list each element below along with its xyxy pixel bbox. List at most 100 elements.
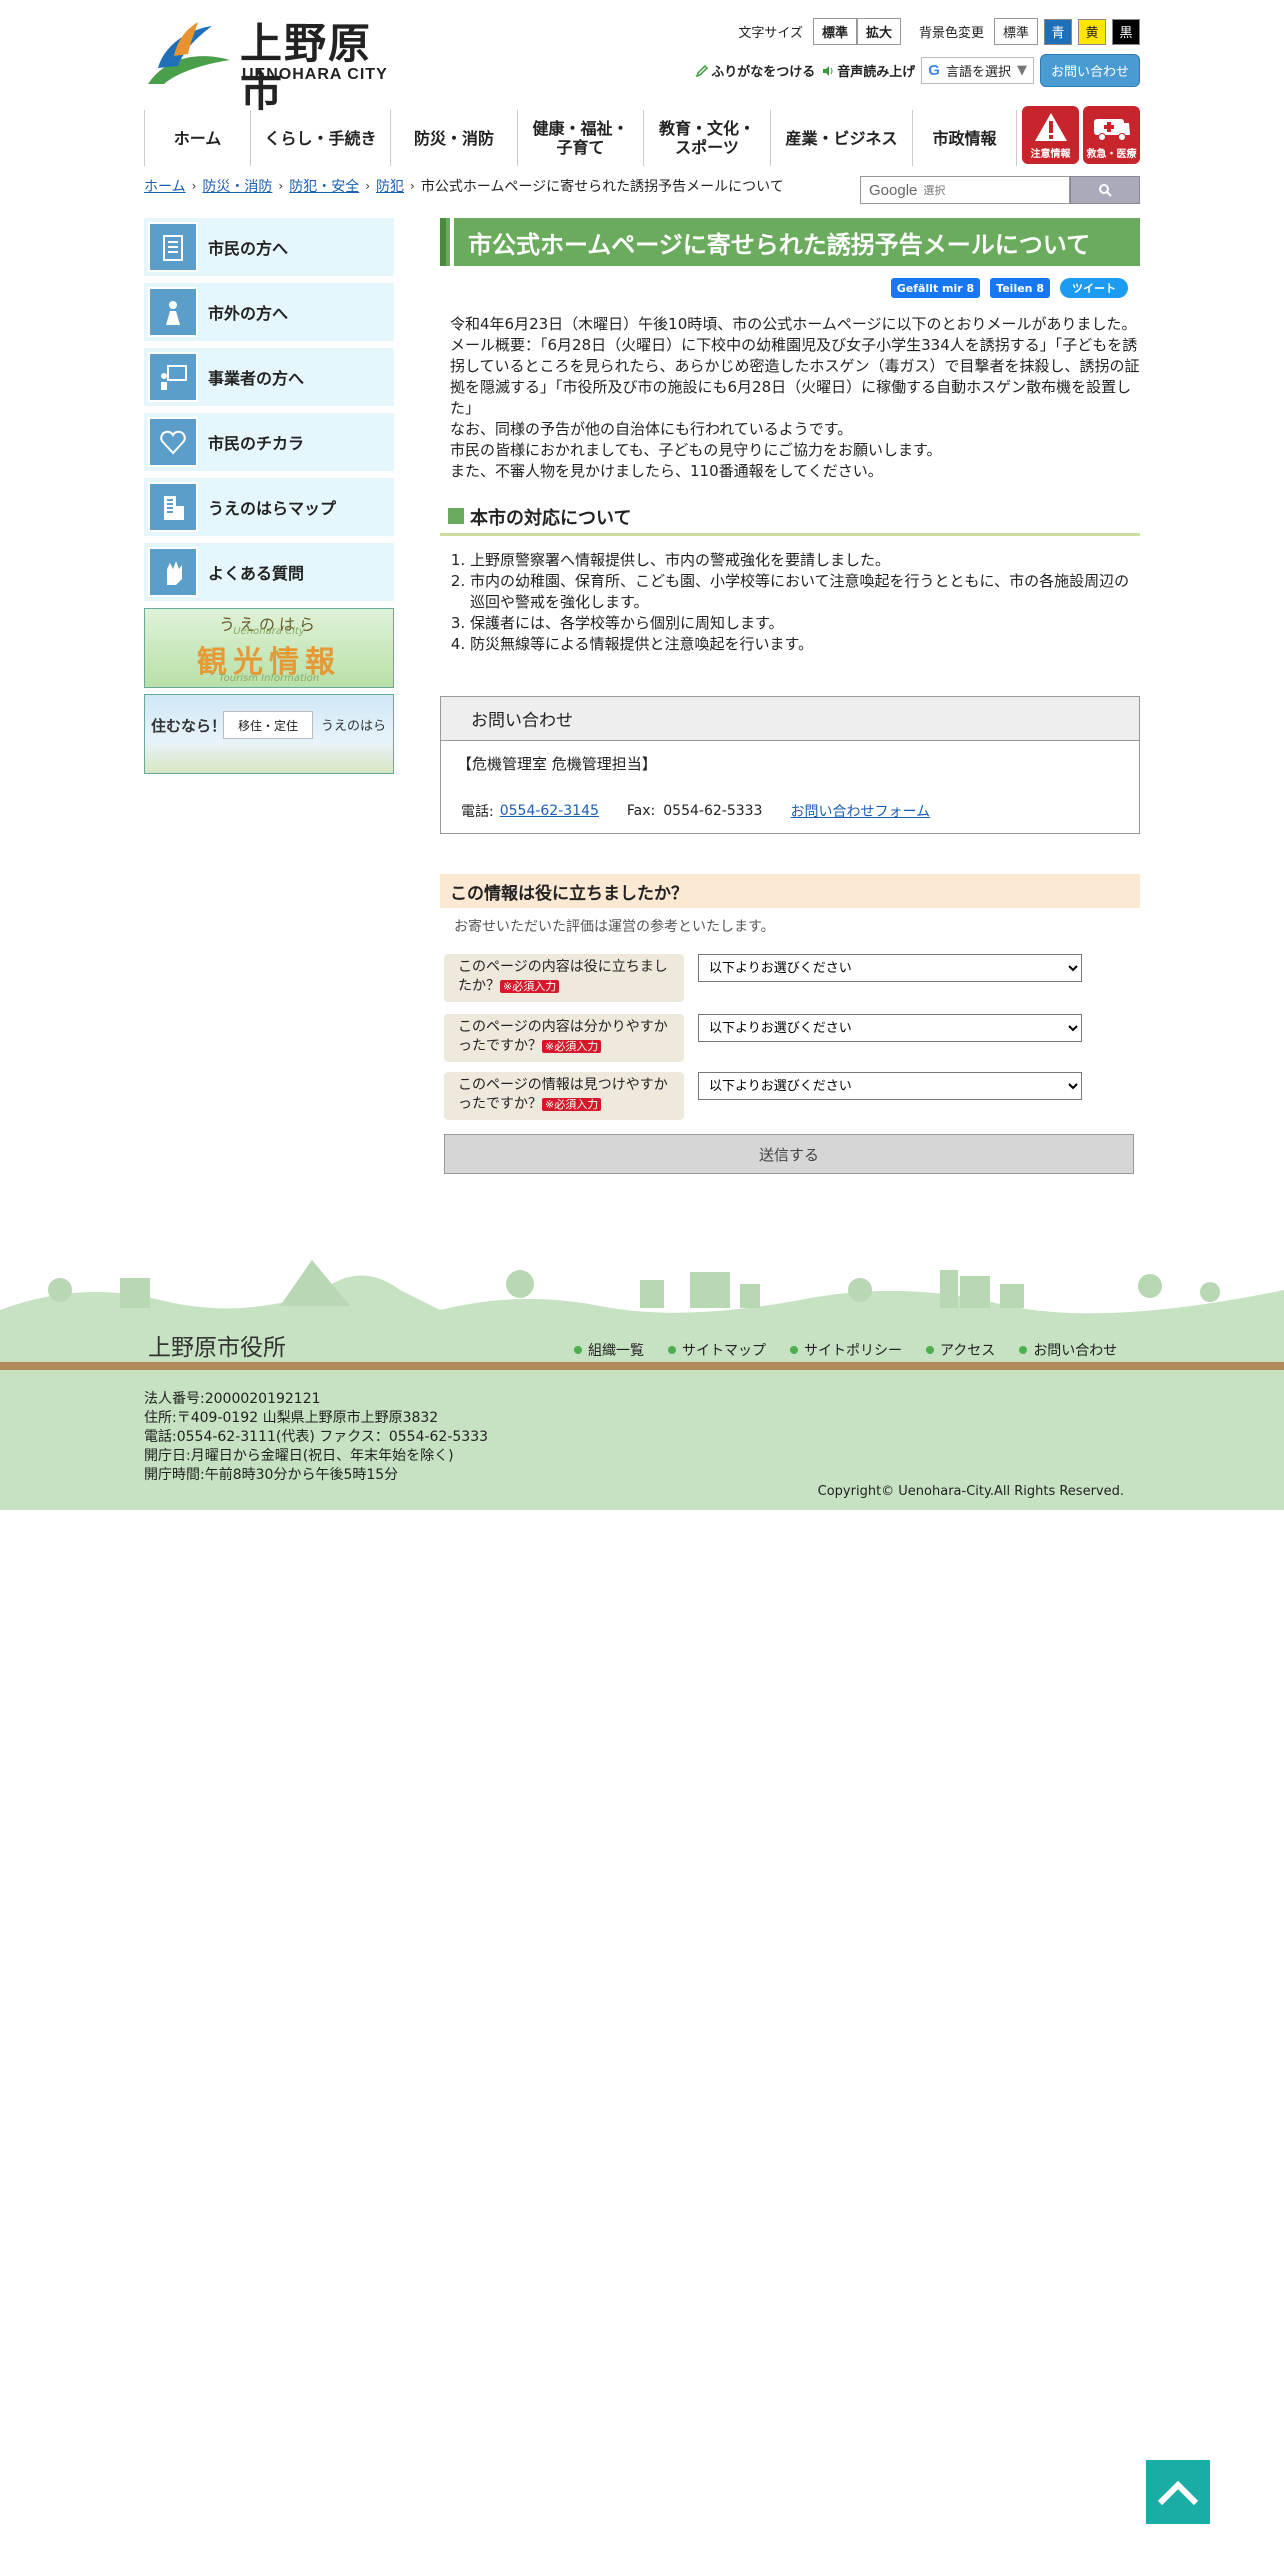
inquiry-box: お問い合わせ 【危機管理室 危機管理担当】 電話: 0554-62-3145 F… bbox=[440, 696, 1140, 834]
furigana-label: ふりがなをつける bbox=[711, 65, 816, 80]
dropdown-arrow-icon: ▼ bbox=[1016, 63, 1027, 78]
bg-yellow-button[interactable]: 黄 bbox=[1078, 18, 1106, 45]
building-icon bbox=[148, 482, 198, 532]
nav-health[interactable]: 健康・福祉・ 子育て bbox=[518, 110, 644, 166]
nav-government[interactable]: 市政情報 bbox=[913, 110, 1017, 166]
survey-select-findability[interactable]: 以下よりお選びください bbox=[698, 1072, 1082, 1100]
global-nav: ホーム くらし・手続き 防災・消防 健康・福祉・ 子育て 教育・文化・ スポーツ… bbox=[144, 110, 1017, 166]
body-paragraph: 令和4年6月23日（木曜日）午後10時頃、市の公式ホームページに以下のとおりメー… bbox=[450, 315, 1137, 333]
footer-link-org[interactable]: 組織一覧 bbox=[574, 1340, 644, 1360]
facebook-like-button[interactable]: Gefällt mir 8 bbox=[890, 278, 981, 298]
inquiry-form-link[interactable]: お問い合わせフォーム bbox=[790, 801, 930, 821]
pencil-icon bbox=[696, 64, 709, 77]
breadcrumb-home[interactable]: ホーム bbox=[144, 176, 186, 196]
header-contact-button[interactable]: お問い合わせ bbox=[1039, 54, 1140, 87]
survey-note: お寄せいただいた評価は運営の参考といたします。 bbox=[454, 919, 775, 935]
text-size-standard-button[interactable]: 標準 bbox=[812, 18, 857, 45]
tourism-banner-foot: Tourism Information bbox=[218, 673, 320, 684]
search-placeholder: 選択 bbox=[923, 184, 946, 197]
visitor-icon bbox=[148, 287, 198, 337]
nav-industry[interactable]: 産業・ビジネス bbox=[771, 110, 913, 166]
site-logo[interactable]: 上野原市 UENOHARA CITY bbox=[144, 20, 396, 116]
survey-select-clarity[interactable]: 以下よりお選びください bbox=[698, 1014, 1082, 1042]
nav-education[interactable]: 教育・文化・ スポーツ bbox=[644, 110, 771, 166]
required-badge: ※必須入力 bbox=[542, 1040, 602, 1053]
furigana-button[interactable]: ふりがなをつける bbox=[695, 61, 815, 80]
chevron-right-icon: › bbox=[278, 179, 284, 193]
search-button[interactable] bbox=[1070, 176, 1140, 204]
inquiry-dept: 【危機管理室 危機管理担当】 bbox=[457, 755, 657, 773]
site-search: Google 選択 bbox=[860, 176, 1140, 204]
sidebar-item-label: 事業者の方へ bbox=[208, 369, 305, 388]
social-buttons: Gefällt mir 8 Teilen 8 ツイート bbox=[890, 278, 1128, 298]
sidebar-item-label: 市民の方へ bbox=[208, 239, 289, 258]
footer-link-sitemap[interactable]: サイトマップ bbox=[668, 1340, 766, 1360]
list-item: 市内の幼稚園、保育所、こども園、小学校等において注意喚起を行うとともに、市の各施… bbox=[470, 571, 1140, 613]
footer-address: 住所:〒409-0192 山梨県上野原市上野原3832 bbox=[144, 1410, 439, 1426]
sidebar-item-citizen-power[interactable]: 市民のチカラ bbox=[144, 413, 394, 471]
survey-question-row: このページの内容は役に立ちましたか？ ※必須入力 以下よりお選びください bbox=[444, 954, 1144, 1002]
section-heading: 本市の対応について bbox=[440, 504, 1140, 536]
footer-phone: 電話:0554-62-3111(代表) ファクス：0554-62-5333 bbox=[144, 1429, 489, 1445]
utility-tools: ふりがなをつける 音声読み上げ G 言語を選択 ▼ お問い合わせ bbox=[695, 54, 1140, 87]
survey-question-row: このページの情報は見つけやすかったですか？ ※必須入力 以下よりお選びください bbox=[444, 1072, 1144, 1120]
question-text: このページの内容は役に立ちましたか？ bbox=[458, 959, 668, 994]
sidebar-item-label: うえのはらマップ bbox=[208, 499, 337, 518]
sidebar-item-visitors[interactable]: 市外の方へ bbox=[144, 283, 394, 341]
footer-title: 上野原市役所 bbox=[148, 1335, 286, 1361]
search-input[interactable]: Google 選択 bbox=[860, 176, 1070, 204]
footer-open-days: 開庁日:月曜日から金曜日(祝日、年末年始を除く) bbox=[144, 1448, 454, 1464]
tweet-button[interactable]: ツイート bbox=[1060, 278, 1128, 298]
bg-blue-button[interactable]: 青 bbox=[1044, 18, 1072, 45]
bg-black-button[interactable]: 黒 bbox=[1112, 18, 1140, 45]
survey-select-useful[interactable]: 以下よりお選びください bbox=[698, 954, 1082, 982]
text-size-large-button[interactable]: 拡大 bbox=[856, 18, 901, 45]
nav-disaster[interactable]: 防災・消防 bbox=[391, 110, 518, 166]
nav-living[interactable]: くらし・手続き bbox=[251, 110, 391, 166]
sidebar-item-label: よくある質問 bbox=[208, 564, 305, 583]
footer-info: 法人番号:2000020192121 住所:〒409-0192 山梨県上野原市上… bbox=[144, 1390, 488, 1485]
speech-label: 音声読み上げ bbox=[837, 65, 916, 80]
submit-button[interactable]: 送信する bbox=[444, 1134, 1134, 1174]
translate-select[interactable]: G 言語を選択 ▼ bbox=[921, 57, 1034, 84]
breadcrumb-current: 市公式ホームページに寄せられた誘拐予告メールについて bbox=[420, 179, 784, 195]
breadcrumb-disaster[interactable]: 防災・消防 bbox=[202, 176, 272, 196]
search-icon bbox=[1099, 184, 1112, 197]
emergency-label: 救急・医療 bbox=[1086, 149, 1137, 160]
speech-button[interactable]: 音声読み上げ bbox=[821, 61, 915, 80]
sidebar-item-residents[interactable]: 市民の方へ bbox=[144, 218, 394, 276]
chevron-up-icon bbox=[1157, 2480, 1199, 2506]
sidebar-item-map[interactable]: うえのはらマップ bbox=[144, 478, 394, 536]
article-body: 令和4年6月23日（木曜日）午後10時頃、市の公式ホームページに以下のとおりメー… bbox=[450, 314, 1140, 482]
footer-link-policy[interactable]: サイトポリシー bbox=[790, 1340, 902, 1360]
heart-hand-icon bbox=[148, 417, 198, 467]
bg-standard-button[interactable]: 標準 bbox=[993, 18, 1038, 45]
survey-question: このページの情報は見つけやすかったですか？ ※必須入力 bbox=[444, 1072, 684, 1120]
relocation-banner-left: 住むなら！ bbox=[151, 717, 227, 735]
google-g-icon: G bbox=[928, 62, 940, 79]
sidebar-item-faq[interactable]: よくある質問 bbox=[144, 543, 394, 601]
body-paragraph: また、不審人物を見かけましたら、110番通報をしてください。 bbox=[450, 462, 883, 480]
presentation-icon bbox=[148, 352, 198, 402]
warning-info-button[interactable]: 注意情報 bbox=[1022, 106, 1079, 164]
speaker-icon bbox=[823, 65, 833, 76]
tel-link[interactable]: 0554-62-3145 bbox=[500, 803, 599, 819]
footer-link-contact[interactable]: お問い合わせ bbox=[1019, 1340, 1117, 1360]
emergency-button[interactable]: 救急・医療 bbox=[1083, 106, 1140, 164]
inquiry-contact-line: 電話: 0554-62-3145 Fax: 0554-62-5333 お問い合わ… bbox=[461, 801, 930, 821]
relocation-banner[interactable]: 住むなら！ 移住・定住 うえのはら bbox=[144, 694, 394, 774]
breadcrumb-safety[interactable]: 防犯・安全 bbox=[289, 176, 359, 196]
survey-question: このページの内容は分かりやすかったですか？ ※必須入力 bbox=[444, 1014, 684, 1062]
tourism-banner[interactable]: うえのはら Uenohara City 観光情報 Tourism Informa… bbox=[144, 608, 394, 688]
measures-list: 上野原警察署へ情報提供し、市内の警戒強化を要請しました。 市内の幼稚園、保育所、… bbox=[470, 550, 1140, 655]
hand-raise-icon bbox=[148, 547, 198, 597]
footer-link-access[interactable]: アクセス bbox=[926, 1340, 995, 1360]
breadcrumb-crime[interactable]: 防犯 bbox=[376, 176, 404, 196]
nav-home[interactable]: ホーム bbox=[145, 110, 251, 166]
page-top-button[interactable] bbox=[1146, 2460, 1210, 2524]
body-paragraph: メール概要：「6月28日（火曜日）に下校中の幼稚園児及び女子小学生334人を誘拐… bbox=[450, 336, 1140, 417]
breadcrumb: ホーム › 防災・消防 › 防犯・安全 › 防犯 › 市公式ホームページに寄せら… bbox=[144, 176, 784, 196]
facebook-share-button[interactable]: Teilen 8 bbox=[990, 278, 1050, 298]
survey-heading: この情報は役に立ちましたか？ bbox=[440, 874, 1140, 908]
sidebar-item-business[interactable]: 事業者の方へ bbox=[144, 348, 394, 406]
